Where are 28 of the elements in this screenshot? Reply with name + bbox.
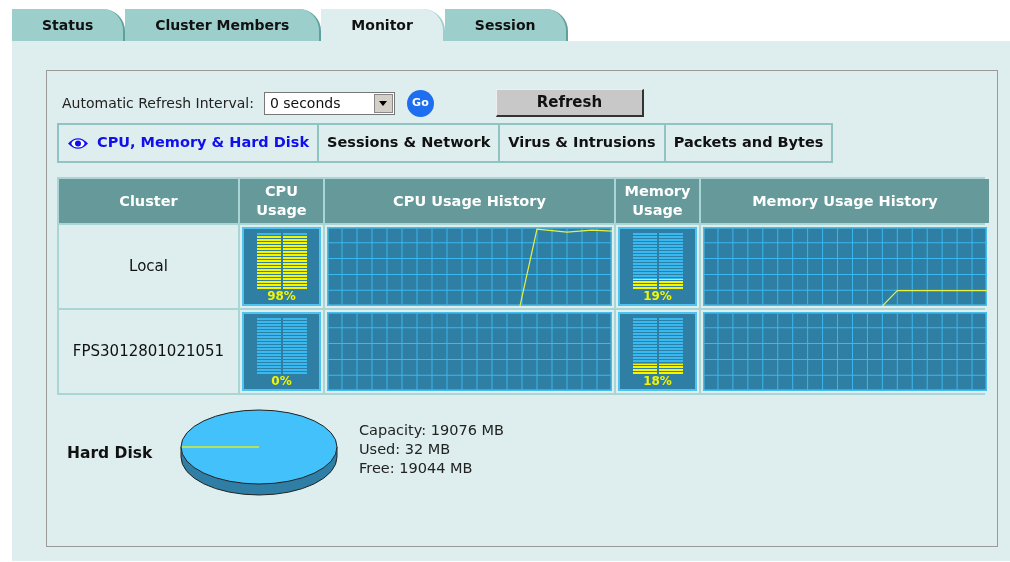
column-header: Cluster: [59, 179, 238, 223]
usage-percent: 18%: [643, 374, 672, 389]
tab[interactable]: Monitor: [321, 9, 445, 41]
eye-icon: [67, 136, 89, 150]
column-header: CPU Usage: [240, 179, 323, 223]
usage-percent: 19%: [643, 289, 672, 304]
tab[interactable]: Cluster Members: [125, 9, 322, 41]
subtab[interactable]: Virus & Intrusions: [498, 123, 666, 163]
cluster-name-cell: Local: [59, 225, 238, 308]
column-header: Memory Usage History: [701, 179, 989, 223]
disk-info-line: Free: 19044 MB: [359, 458, 474, 478]
cluster-name-cell: FPS3012801021051: [59, 310, 238, 393]
refresh-button[interactable]: Refresh: [495, 89, 644, 117]
usage-percent: 0%: [271, 374, 292, 389]
column-header: CPU Usage History: [325, 179, 614, 223]
usage-percent: 98%: [267, 289, 296, 304]
tab[interactable]: Session: [444, 9, 568, 41]
subtab[interactable]: Packets and Bytes: [663, 123, 834, 163]
column-header: Memory Usage: [616, 179, 699, 223]
tab[interactable]: Status: [12, 9, 126, 41]
hard-disk-label: Hard Disk: [67, 443, 154, 465]
go-button[interactable]: Go: [406, 89, 434, 117]
subtab[interactable]: Sessions & Network: [317, 123, 501, 163]
interval-dropdown[interactable]: 0 seconds: [263, 91, 395, 115]
disk-info-line: Capacity: 19076 MB: [359, 420, 504, 440]
disk-info-line: Used: 32 MB: [359, 439, 452, 459]
subtab[interactable]: CPU, Memory & Hard Disk: [57, 123, 320, 163]
refresh-label: Automatic Refresh Interval:: [62, 93, 254, 113]
